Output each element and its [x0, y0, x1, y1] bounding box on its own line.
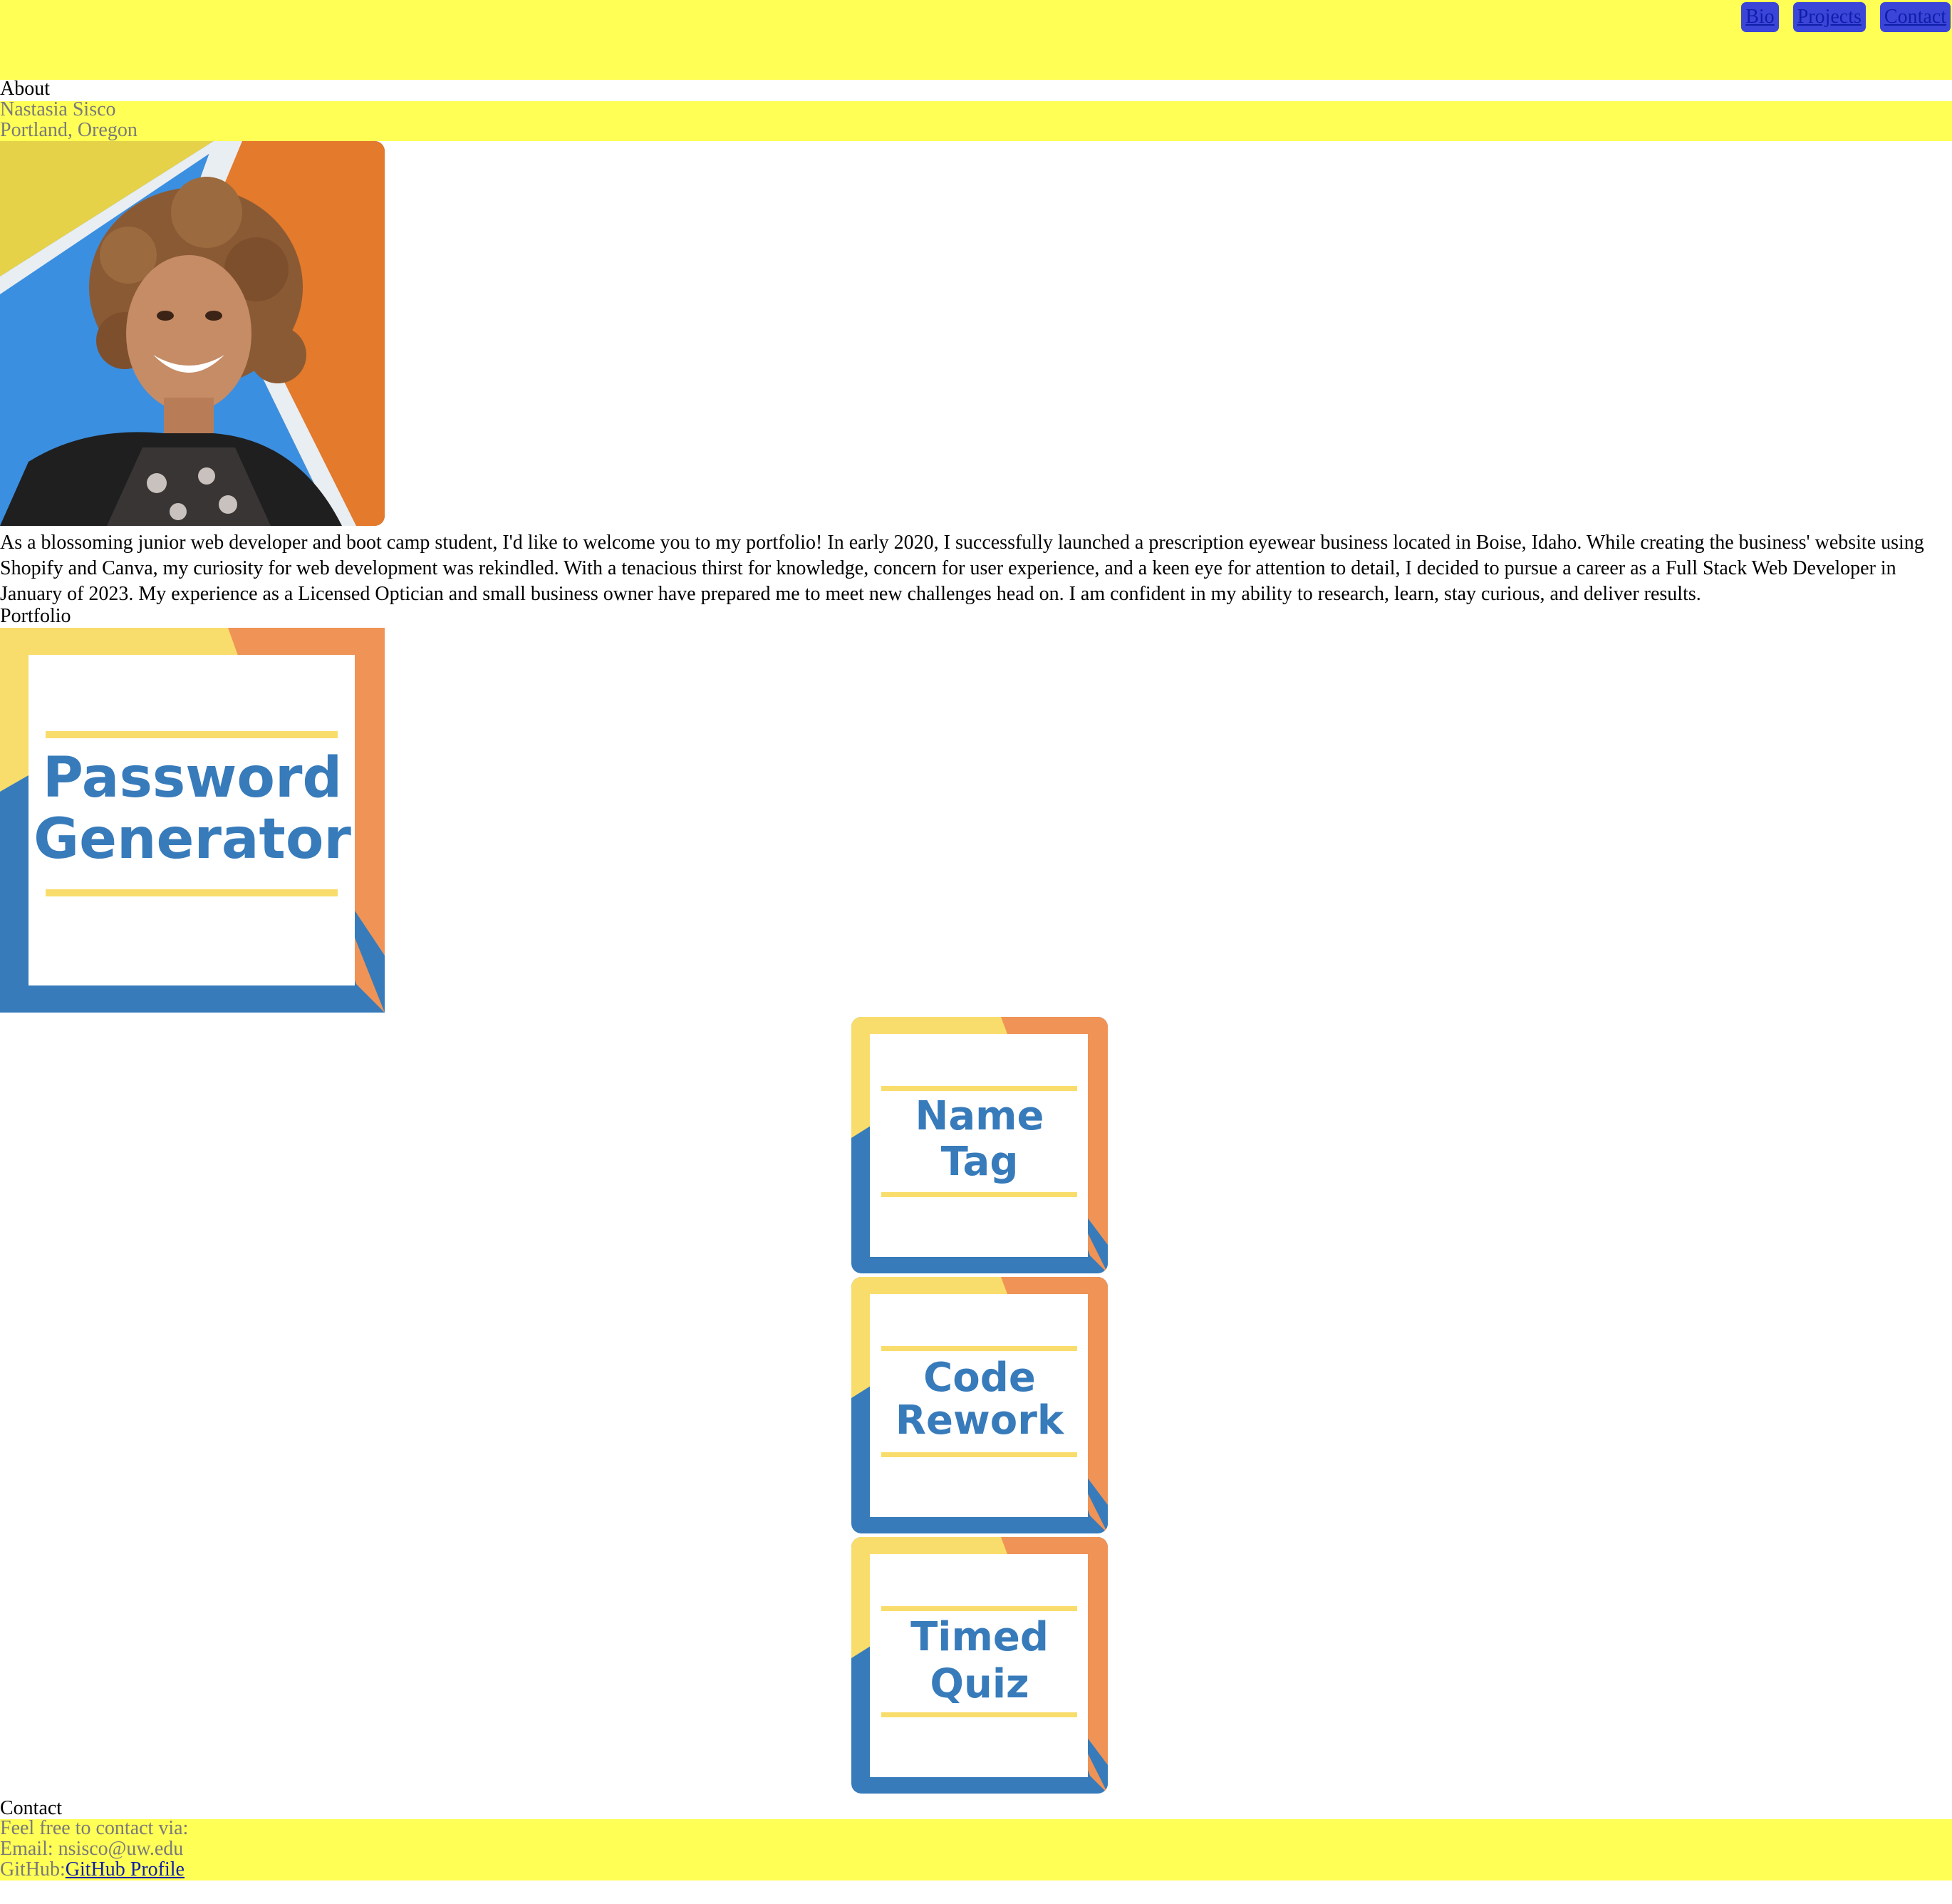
project-title: Password Generator [0, 747, 385, 870]
top-header: Bio Projects Contact [0, 0, 1952, 80]
main-nav: Bio Projects Contact [1741, 2, 1951, 32]
contact-heading: Contact [0, 1797, 63, 1819]
project-title-line-1: Password [42, 746, 343, 810]
project-title-line-2: Rework [895, 1397, 1064, 1444]
contact-intro: Feel free to contact via: [0, 1817, 189, 1839]
profile-photo [0, 141, 385, 526]
profile-name: Nastasia Sisco [0, 98, 116, 120]
nav-bio-link[interactable]: Bio [1741, 2, 1779, 32]
project-title-line-1: Timed [910, 1614, 1049, 1660]
project-title-line-2: Generator [33, 807, 351, 871]
about-heading: About [0, 78, 50, 100]
project-title-line-1: Name [915, 1093, 1044, 1139]
nav-contact-link[interactable]: Contact [1879, 2, 1951, 32]
contact-highlight-band [0, 1819, 1952, 1880]
project-tile-name-tag[interactable]: Name Tag [851, 1017, 1108, 1273]
project-title-line-2: Tag [940, 1139, 1019, 1185]
project-title: Code Rework [851, 1357, 1108, 1442]
github-profile-link[interactable]: GitHub Profile [66, 1858, 185, 1880]
project-tile-timed-quiz[interactable]: Timed Quiz [851, 1537, 1108, 1794]
profile-location: Portland, Oregon [0, 119, 137, 141]
bio-paragraph: As a blossoming junior web developer and… [0, 532, 1924, 605]
project-tile-password-generator[interactable]: Password Generator [0, 628, 385, 1013]
nav-projects-link[interactable]: Projects [1792, 2, 1866, 32]
project-title: Name Tag [851, 1094, 1108, 1185]
project-tile-code-rework[interactable]: Code Rework [851, 1277, 1108, 1533]
profile-photo-illustration [0, 141, 385, 526]
project-title-line-1: Code [923, 1355, 1036, 1401]
project-title: Timed Quiz [851, 1614, 1108, 1708]
contact-email: Email: nsisco@uw.edu [0, 1838, 184, 1860]
project-title-line-2: Quiz [930, 1661, 1029, 1707]
contact-github-line: GitHub:GitHub Profile [0, 1859, 185, 1880]
github-label: GitHub: [0, 1858, 66, 1880]
portfolio-heading: Portfolio [0, 605, 71, 627]
about-highlight-band [0, 101, 1952, 141]
